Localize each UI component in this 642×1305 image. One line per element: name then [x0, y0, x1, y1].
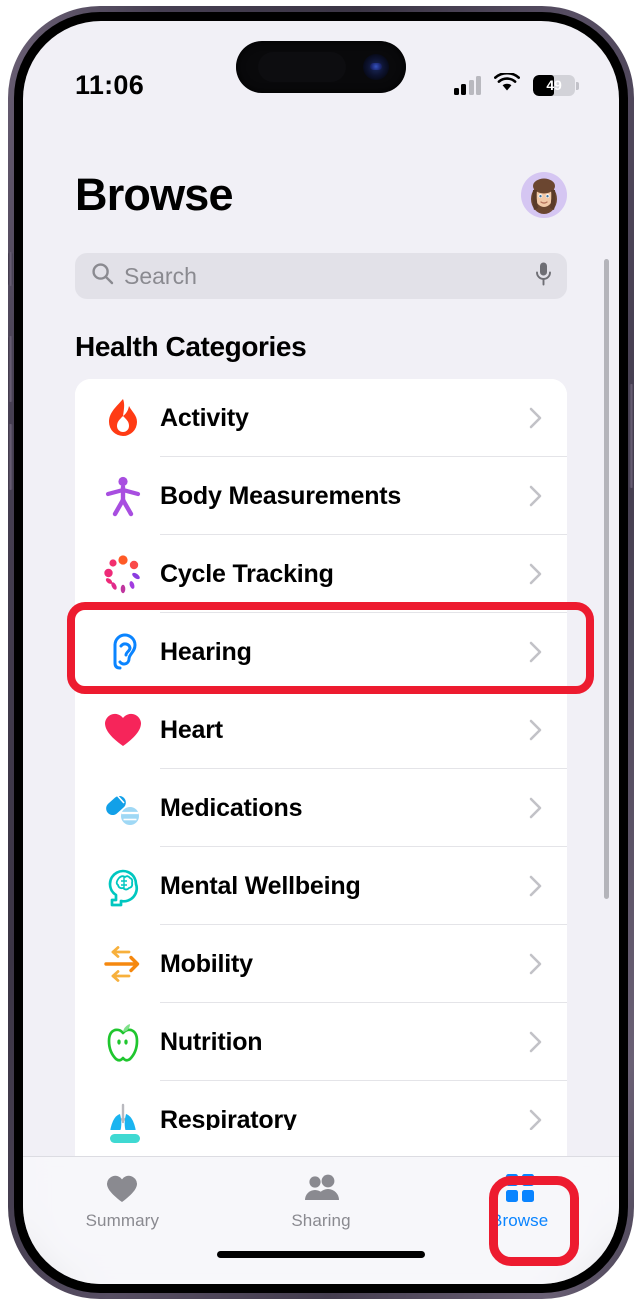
category-label: Mobility — [160, 949, 253, 978]
tab-sharing[interactable]: Sharing — [222, 1171, 421, 1231]
cycle-dots-icon — [97, 554, 149, 594]
arrows-horizontal-icon — [97, 944, 149, 984]
volume-up-button[interactable] — [8, 336, 13, 402]
screen: 11:06 49 Browse Search Health Categories… — [23, 21, 619, 1284]
page-header: Browse — [23, 169, 619, 221]
heart-filled-icon — [106, 1171, 138, 1205]
category-row-body-measurements[interactable]: Body Measurements — [75, 457, 567, 535]
search-placeholder: Search — [124, 262, 197, 289]
category-label: Nutrition — [160, 1027, 263, 1056]
chevron-right-icon — [529, 718, 543, 742]
status-bar-indicators: 49 — [453, 71, 579, 97]
search-input[interactable]: Search — [75, 253, 567, 299]
chevron-right-icon — [529, 562, 543, 586]
category-row-activity[interactable]: Activity — [75, 379, 567, 457]
chevron-right-icon — [529, 484, 543, 508]
flame-icon — [97, 397, 149, 439]
phone-bezel: 11:06 49 Browse Search Health Categories… — [14, 12, 628, 1293]
chevron-right-icon — [529, 874, 543, 898]
cellular-signal-icon — [453, 75, 481, 95]
health-categories-list: Activity Body Measurements Cycle Trackin… — [75, 379, 567, 1159]
category-label: Body Measurements — [160, 481, 402, 510]
chevron-right-icon — [529, 796, 543, 820]
phone-frame: 11:06 49 Browse Search Health Categories… — [8, 6, 634, 1299]
tab-label: Browse — [491, 1211, 549, 1230]
battery-percent-label: 49 — [546, 77, 562, 93]
tab-bar: Summary Sharing Browse — [23, 1156, 619, 1284]
tab-summary[interactable]: Summary — [23, 1171, 222, 1231]
apple-icon — [97, 1021, 149, 1063]
front-camera-icon — [363, 54, 389, 80]
dynamic-island[interactable] — [236, 41, 406, 93]
category-label: Medications — [160, 793, 303, 822]
category-label: Mental Wellbeing — [160, 871, 361, 900]
category-row-partial[interactable] — [75, 1130, 567, 1156]
heart-icon — [97, 710, 149, 750]
chevron-right-icon — [529, 406, 543, 430]
category-row-cycle-tracking[interactable]: Cycle Tracking — [75, 535, 567, 613]
status-bar-time: 11:06 — [75, 69, 145, 100]
category-row-mental-wellbeing[interactable]: Mental Wellbeing — [75, 847, 567, 925]
page-title: Browse — [75, 169, 234, 220]
pills-icon — [97, 788, 149, 828]
battery-icon: 49 — [533, 74, 579, 96]
home-indicator[interactable] — [217, 1251, 425, 1258]
tab-label: Summary — [85, 1211, 160, 1230]
chevron-right-icon — [529, 1030, 543, 1054]
two-people-icon — [302, 1171, 340, 1205]
category-row-nutrition[interactable]: Nutrition — [75, 1003, 567, 1081]
grid-squares-icon — [505, 1171, 535, 1205]
chevron-right-icon — [529, 1108, 543, 1132]
silent-switch[interactable] — [8, 252, 13, 286]
category-label: Cycle Tracking — [160, 559, 334, 588]
search-icon — [91, 262, 114, 290]
head-brain-icon — [97, 865, 149, 907]
earpiece-speaker — [258, 52, 346, 82]
chevron-right-icon — [529, 952, 543, 976]
scrollbar[interactable] — [604, 259, 609, 899]
category-label: Heart — [160, 715, 223, 744]
section-title: Health Categories — [75, 331, 307, 362]
ear-icon — [97, 631, 149, 673]
category-row-medications[interactable]: Medications — [75, 769, 567, 847]
category-row-hearing[interactable]: Hearing — [75, 613, 567, 691]
category-row-heart[interactable]: Heart — [75, 691, 567, 769]
microphone-icon[interactable] — [534, 261, 553, 292]
volume-down-button[interactable] — [8, 424, 13, 490]
body-figure-icon — [97, 475, 149, 517]
memoji-avatar[interactable] — [521, 172, 567, 218]
category-label: Activity — [160, 403, 249, 432]
power-button[interactable] — [629, 384, 634, 488]
chevron-right-icon — [529, 640, 543, 664]
wifi-icon — [494, 71, 520, 97]
tab-browse[interactable]: Browse — [420, 1171, 619, 1231]
category-row-mobility[interactable]: Mobility — [75, 925, 567, 1003]
category-label: Hearing — [160, 637, 252, 666]
tab-label: Sharing — [291, 1211, 351, 1230]
